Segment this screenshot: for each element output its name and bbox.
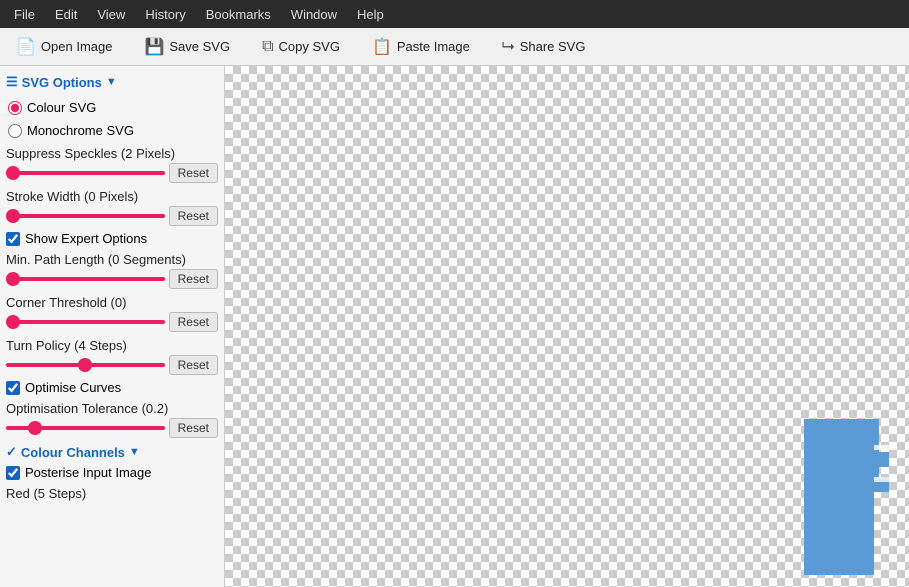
- corner-threshold-row: Reset: [4, 312, 220, 332]
- colour-svg-option[interactable]: Colour SVG: [4, 98, 220, 117]
- optimisation-tolerance-label: Optimisation Tolerance (0.2): [6, 401, 220, 416]
- menu-view[interactable]: View: [87, 3, 135, 26]
- toolbar: 📄 Open Image 💾 Save SVG ⧉ Copy SVG 📋 Pas…: [0, 28, 909, 66]
- stroke-width-slider[interactable]: [6, 214, 165, 218]
- copy-svg-icon: ⧉: [262, 38, 273, 56]
- optimise-curves-label: Optimise Curves: [25, 380, 121, 395]
- colour-svg-label: Colour SVG: [27, 100, 96, 115]
- share-svg-icon: ⮡: [502, 38, 515, 56]
- turn-policy-label: Turn Policy (4 Steps): [6, 338, 220, 353]
- save-svg-label: Save SVG: [169, 39, 230, 54]
- svg-options-arrow-icon: ▼: [106, 76, 117, 88]
- optimisation-tolerance-row: Reset: [4, 418, 220, 438]
- share-svg-label: Share SVG: [520, 39, 586, 54]
- corner-threshold-slider[interactable]: [6, 320, 165, 324]
- main-area: ☰ SVG Options ▼ Colour SVG Monochrome SV…: [0, 66, 909, 587]
- svg-options-label: SVG Options: [22, 75, 102, 90]
- corner-threshold-label: Corner Threshold (0): [6, 295, 220, 310]
- monochrome-svg-option[interactable]: Monochrome SVG: [4, 121, 220, 140]
- blue-shape: [799, 417, 894, 577]
- menubar: File Edit View History Bookmarks Window …: [0, 0, 909, 28]
- menu-window[interactable]: Window: [281, 3, 347, 26]
- svg-options-header[interactable]: ☰ SVG Options ▼: [4, 72, 220, 92]
- monochrome-svg-label: Monochrome SVG: [27, 123, 134, 138]
- menu-edit[interactable]: Edit: [45, 3, 87, 26]
- stroke-width-row: Reset: [4, 206, 220, 226]
- colour-channels-label: Colour Channels: [21, 445, 125, 460]
- optimisation-tolerance-slider[interactable]: [6, 426, 165, 430]
- colour-svg-radio[interactable]: [8, 101, 22, 115]
- colour-channels-check-icon: ✓: [6, 444, 17, 460]
- menu-help[interactable]: Help: [347, 3, 394, 26]
- save-svg-icon: 💾: [144, 37, 164, 57]
- menu-history[interactable]: History: [135, 3, 195, 26]
- copy-svg-button[interactable]: ⧉ Copy SVG: [256, 34, 346, 60]
- show-expert-label: Show Expert Options: [25, 231, 147, 246]
- open-image-icon: 📄: [16, 37, 36, 57]
- monochrome-svg-radio[interactable]: [8, 124, 22, 138]
- min-path-length-label: Min. Path Length (0 Segments): [6, 252, 220, 267]
- svg-options-icon: ☰: [6, 74, 18, 90]
- paste-image-button[interactable]: 📋 Paste Image: [366, 33, 476, 61]
- share-svg-button[interactable]: ⮡ Share SVG: [496, 34, 592, 60]
- optimise-curves-checkbox[interactable]: [6, 381, 20, 395]
- optimisation-tolerance-reset[interactable]: Reset: [169, 418, 218, 438]
- suppress-speckles-reset[interactable]: Reset: [169, 163, 218, 183]
- corner-threshold-reset[interactable]: Reset: [169, 312, 218, 332]
- copy-svg-label: Copy SVG: [279, 39, 340, 54]
- colour-channels-header[interactable]: ✓ Colour Channels ▼: [6, 444, 220, 460]
- posterise-row[interactable]: Posterise Input Image: [6, 465, 218, 480]
- suppress-speckles-row: Reset: [4, 163, 220, 183]
- save-svg-button[interactable]: 💾 Save SVG: [138, 33, 236, 61]
- canvas-area: [225, 66, 909, 587]
- turn-policy-row: Reset: [4, 355, 220, 375]
- stroke-width-label: Stroke Width (0 Pixels): [6, 189, 220, 204]
- menu-bookmarks[interactable]: Bookmarks: [196, 3, 281, 26]
- min-path-row: Reset: [4, 269, 220, 289]
- suppress-speckles-slider[interactable]: [6, 171, 165, 175]
- show-expert-options-row[interactable]: Show Expert Options: [6, 231, 218, 246]
- posterise-label: Posterise Input Image: [25, 465, 151, 480]
- optimise-curves-row[interactable]: Optimise Curves: [6, 380, 218, 395]
- open-image-label: Open Image: [41, 39, 113, 54]
- min-path-slider[interactable]: [6, 277, 165, 281]
- stroke-width-reset[interactable]: Reset: [169, 206, 218, 226]
- show-expert-checkbox[interactable]: [6, 232, 20, 246]
- red-label: Red (5 Steps): [6, 486, 220, 501]
- turn-policy-slider[interactable]: [6, 363, 165, 367]
- posterise-checkbox[interactable]: [6, 466, 20, 480]
- min-path-reset[interactable]: Reset: [169, 269, 218, 289]
- paste-image-label: Paste Image: [397, 39, 470, 54]
- open-image-button[interactable]: 📄 Open Image: [10, 33, 118, 61]
- colour-channels-arrow-icon: ▼: [129, 446, 140, 458]
- paste-image-icon: 📋: [372, 37, 392, 57]
- suppress-speckles-label: Suppress Speckles (2 Pixels): [6, 146, 220, 161]
- menu-file[interactable]: File: [4, 3, 45, 26]
- sidebar: ☰ SVG Options ▼ Colour SVG Monochrome SV…: [0, 66, 225, 587]
- turn-policy-reset[interactable]: Reset: [169, 355, 218, 375]
